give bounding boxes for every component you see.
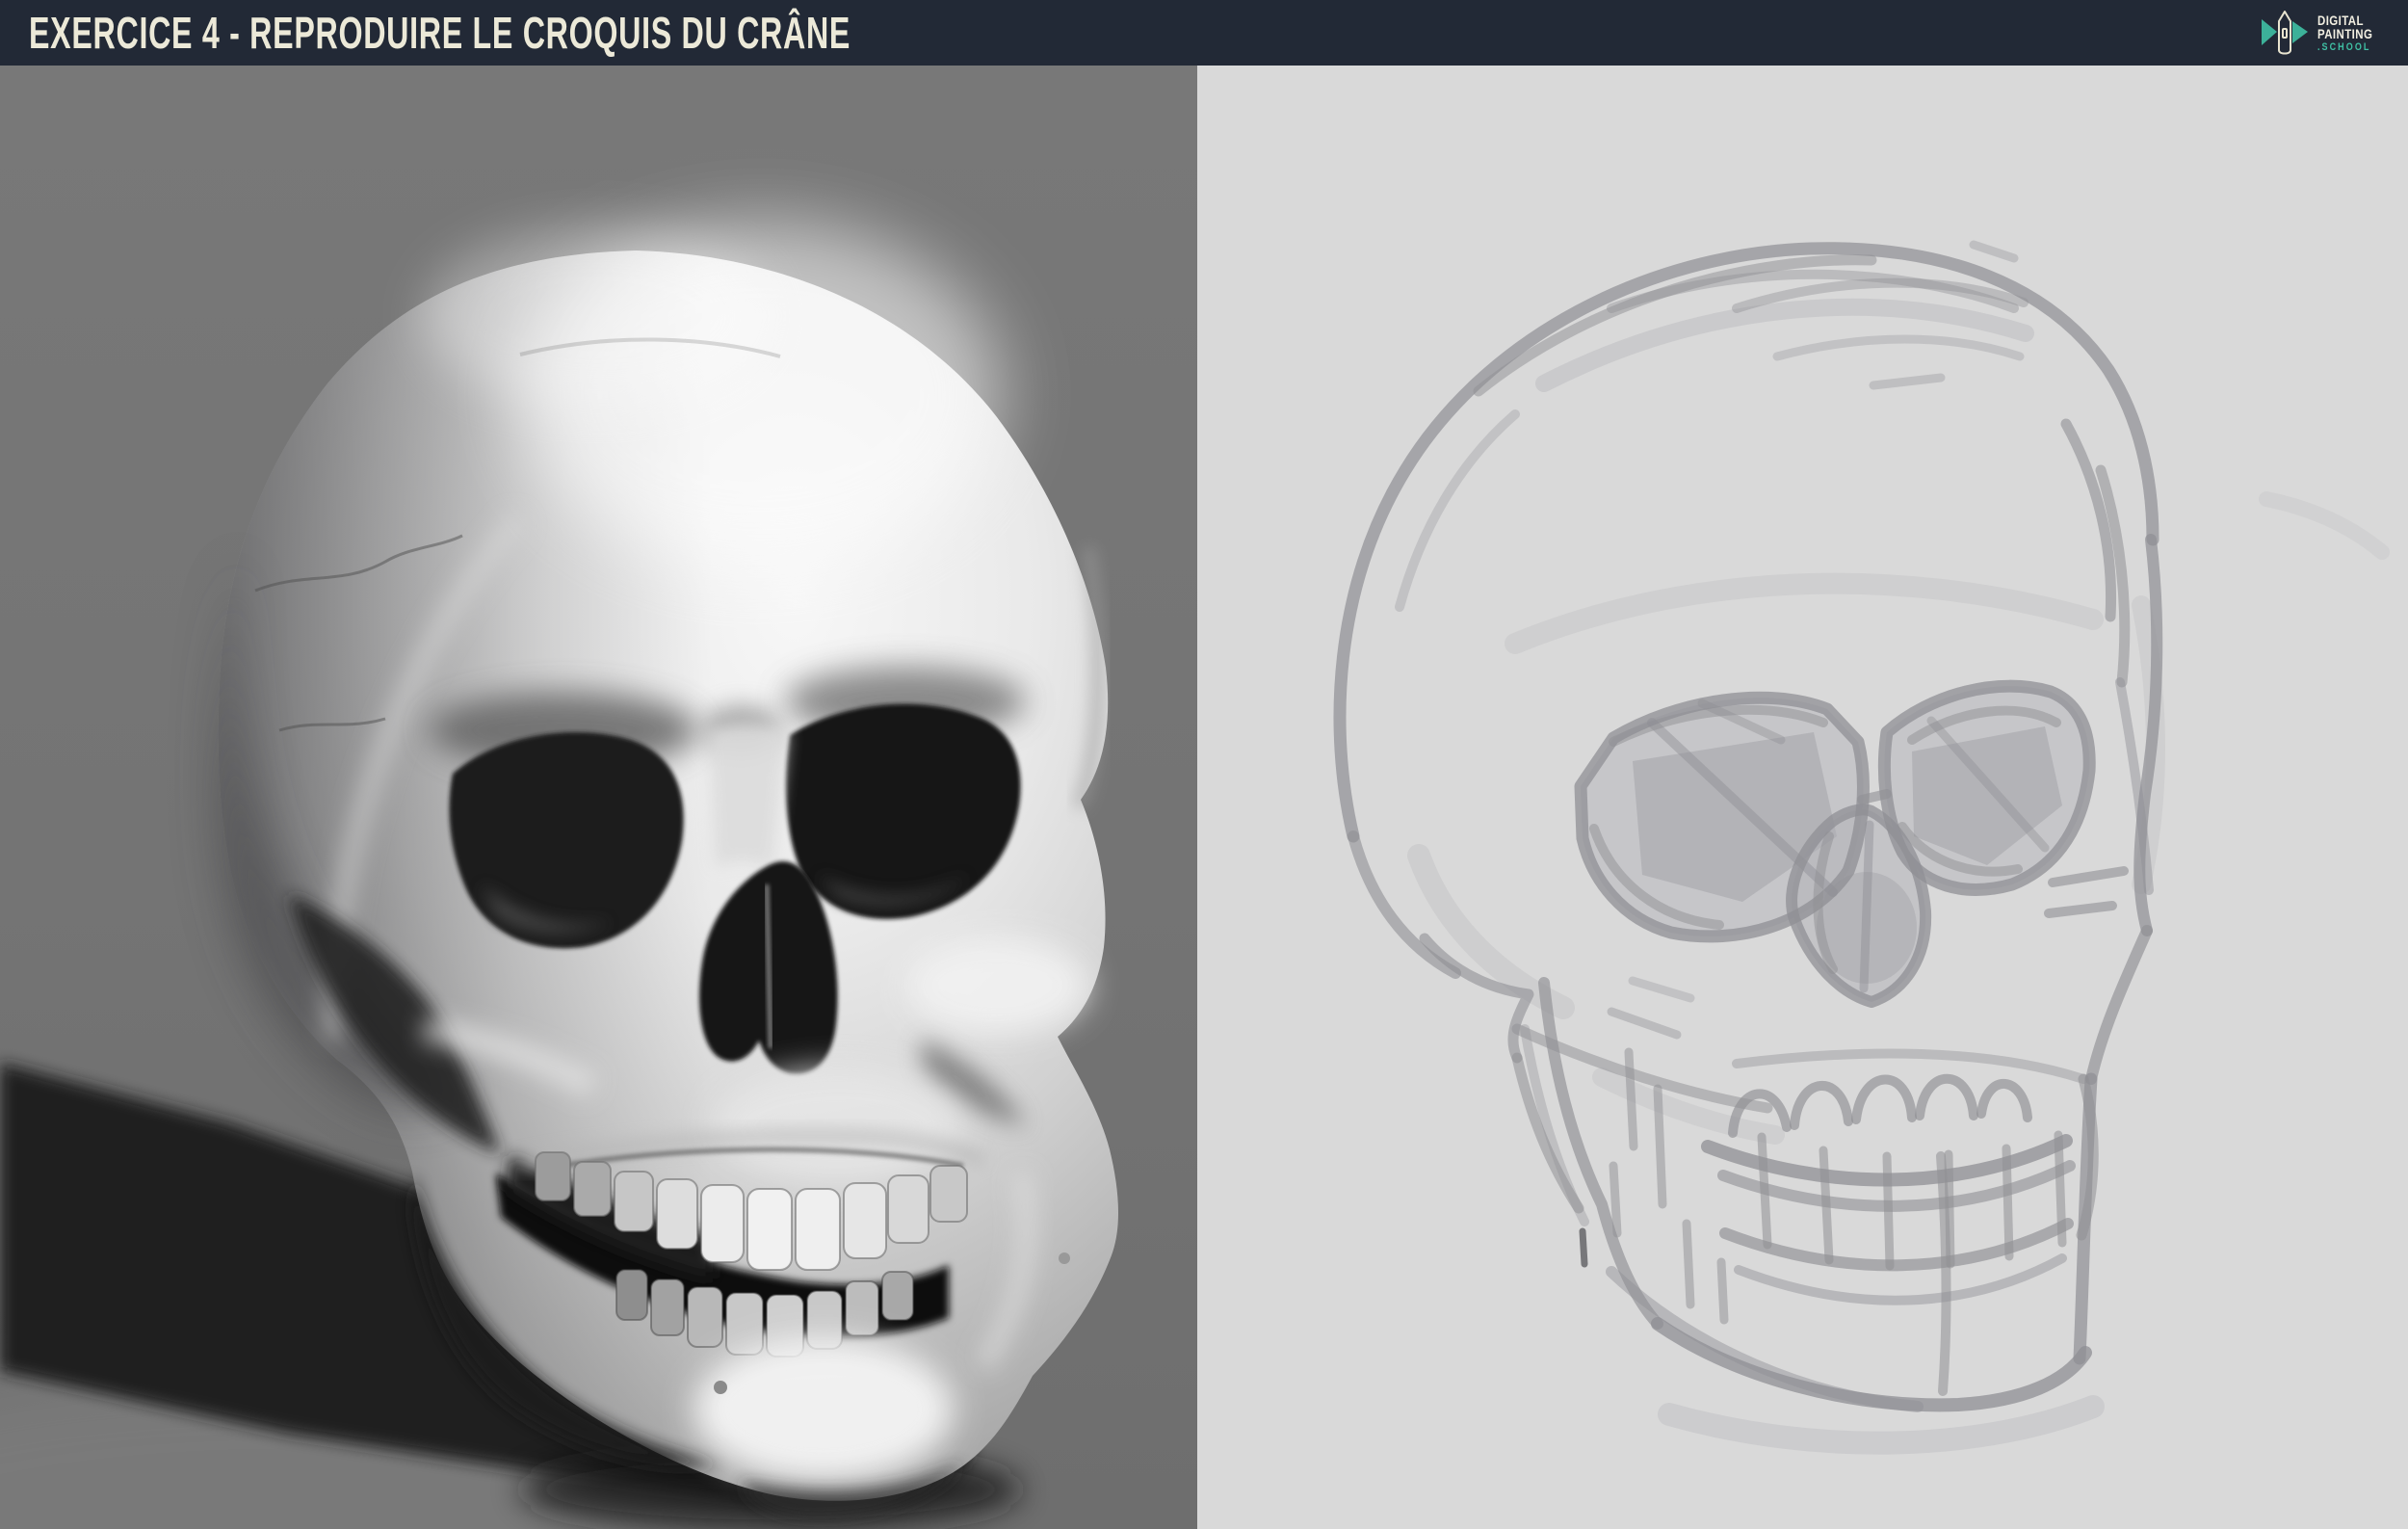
- chin-pit: [714, 1381, 727, 1394]
- school-logo-text: DIGITAL PAINTING .SCHOOL: [2317, 13, 2385, 53]
- logo-line-2: PAINTING: [2317, 25, 2373, 41]
- skull-3d-render: [0, 66, 1197, 1529]
- stylus-pen-icon: [2262, 11, 2309, 55]
- sketch-panel: [1197, 66, 2408, 1529]
- chin-highlight: [694, 1337, 954, 1482]
- logo-line-1: DIGITAL: [2317, 12, 2365, 28]
- cheekbone-highlight-right: [905, 937, 1088, 1034]
- school-logo: DIGITAL PAINTING .SCHOOL: [2261, 9, 2385, 57]
- skull-sketch: [1197, 66, 2408, 1529]
- logo-line-3: .SCHOOL: [2317, 40, 2371, 53]
- header-bar: EXERCICE 4 - REPRODUIRE LE CROQUIS DU CR…: [0, 0, 2408, 66]
- reference-3d-skull-panel: [0, 66, 1197, 1529]
- tutorial-slide: EXERCICE 4 - REPRODUIRE LE CROQUIS DU CR…: [0, 0, 2408, 1529]
- page-title: EXERCICE 4 - REPRODUIRE LE CROQUIS DU CR…: [29, 7, 1203, 59]
- page-title-text: EXERCICE 4 - REPRODUIRE LE CROQUIS DU CR…: [29, 8, 851, 58]
